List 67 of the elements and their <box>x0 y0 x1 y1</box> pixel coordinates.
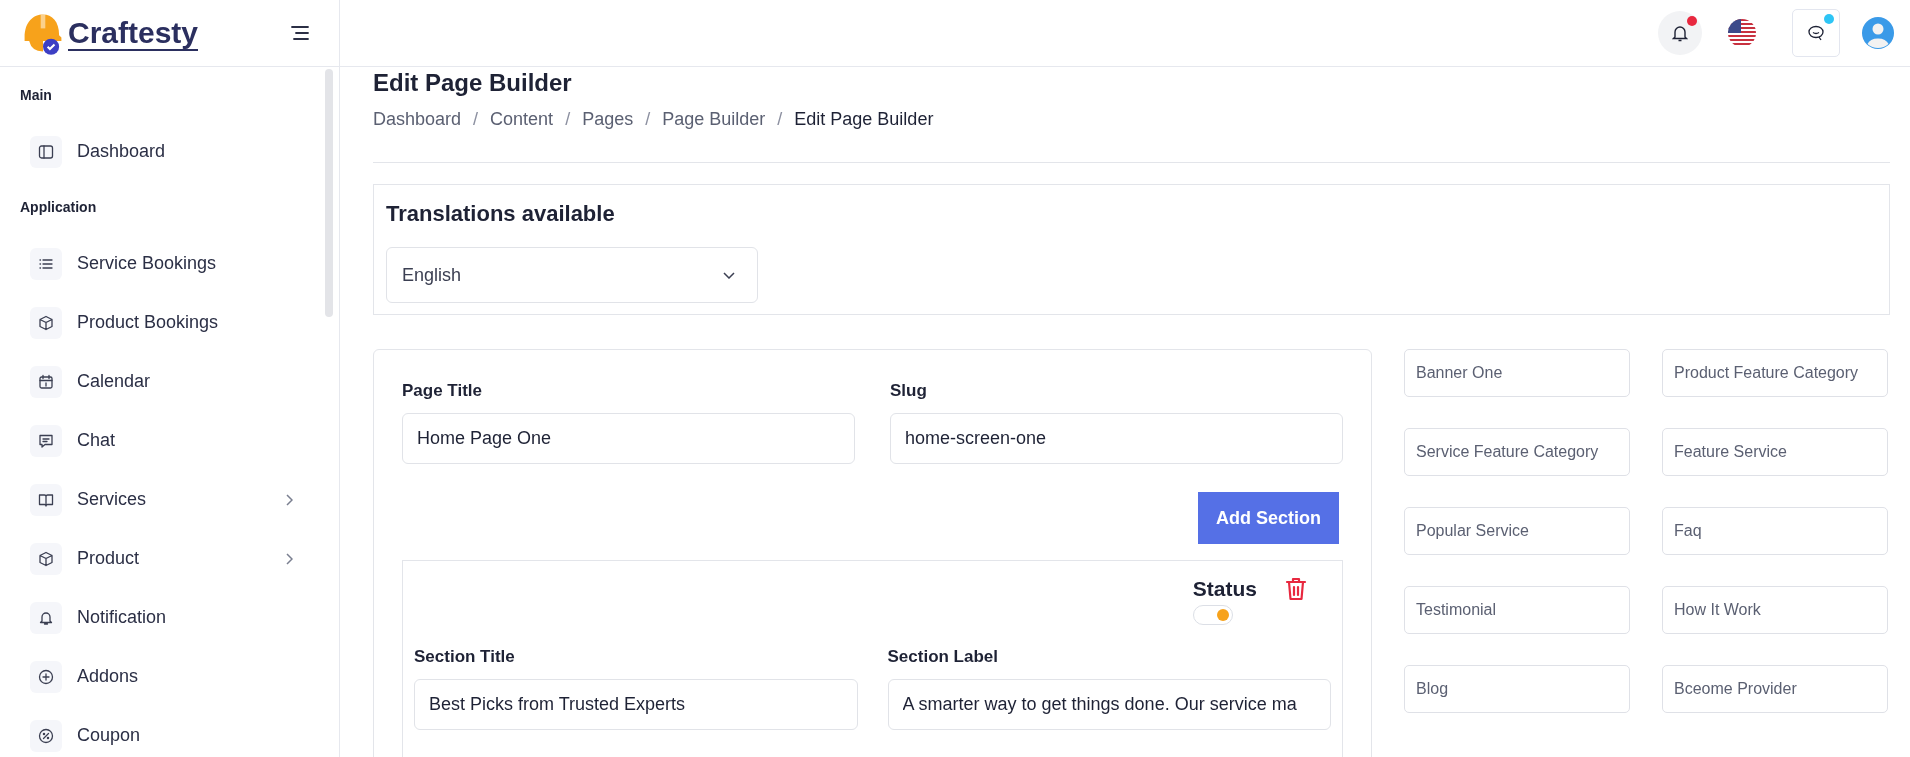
status-label: Status <box>1192 577 1257 601</box>
sidebar-item-icon <box>30 135 62 168</box>
field-label: Slug <box>890 381 928 401</box>
breadcrumb-separator: / <box>777 109 783 130</box>
breadcrumb-separator: / <box>473 109 479 130</box>
logo-wordmark: Craftesty <box>68 15 199 51</box>
status-toggle[interactable] <box>1192 605 1233 625</box>
field-label: Section Title <box>414 647 516 667</box>
bell-icon <box>1672 24 1688 42</box>
sidebar-item[interactable]: Product Bookings <box>20 293 325 352</box>
section-type-item[interactable]: Popular Service <box>1404 507 1630 555</box>
sidebar-item-icon <box>30 424 62 457</box>
sidebar-section-title: Main <box>20 87 53 103</box>
field-label: Page Title <box>402 381 483 401</box>
section-type-item[interactable]: Faq <box>1662 507 1888 555</box>
breadcrumb-link[interactable]: Content <box>490 109 554 130</box>
sidebar-item[interactable]: Services <box>20 470 325 529</box>
card-heading: Translations available <box>386 201 616 227</box>
flag-icon[interactable] <box>1728 19 1756 47</box>
section-type-item[interactable]: How It Work <box>1662 586 1888 634</box>
sidebar-item[interactable]: Calendar <box>20 352 325 411</box>
input-field[interactable]: Best Picks from Trusted Experts <box>414 679 858 730</box>
sidebar-item[interactable]: Chat <box>20 411 325 470</box>
sidebar-item-icon <box>30 365 62 398</box>
sidebar-item-icon <box>30 601 62 634</box>
chevron-down-icon <box>723 271 735 279</box>
sidebar-section-title: Application <box>20 199 98 215</box>
section-type-item[interactable]: Banner One <box>1404 349 1630 397</box>
breadcrumb-link[interactable]: Dashboard <box>373 109 462 130</box>
sidebar-item[interactable]: Addons <box>20 647 325 706</box>
user-avatar-icon[interactable] <box>1862 17 1894 49</box>
breadcrumb-separator: / <box>645 109 651 130</box>
section-type-item[interactable]: Bceome Provider <box>1662 665 1888 713</box>
scrollbar[interactable] <box>325 69 333 317</box>
breadcrumb-link[interactable]: Page Builder <box>662 109 766 130</box>
section-type-item[interactable]: Service Feature Category <box>1404 428 1630 476</box>
chat-bubble-icon <box>1807 24 1825 42</box>
section-type-item[interactable]: Feature Service <box>1662 428 1888 476</box>
page-title: Edit Page Builder <box>373 68 573 97</box>
section-type-item[interactable]: Blog <box>1404 665 1630 713</box>
add-section-button[interactable]: Add Section <box>1198 492 1339 544</box>
chevron-right-icon <box>286 493 293 506</box>
sidebar-item-icon <box>30 247 62 280</box>
chevron-right-icon <box>286 552 293 565</box>
sidebar-item[interactable]: Coupon <box>20 706 325 757</box>
sidebar-item-icon <box>30 542 62 575</box>
section-type-item[interactable]: Product Feature Category <box>1662 349 1888 397</box>
sidebar-item[interactable]: Service Bookings <box>20 234 325 293</box>
sidebar-item-icon <box>30 660 62 693</box>
menu-icon[interactable] <box>291 26 309 40</box>
input-field[interactable]: home-screen-one <box>890 413 1343 464</box>
sidebar-item[interactable]: Dashboard <box>20 122 325 181</box>
notification-button[interactable] <box>1658 11 1702 55</box>
delete-icon[interactable] <box>1285 577 1307 601</box>
breadcrumb-link[interactable]: Pages <box>582 109 634 130</box>
input-field[interactable]: Home Page One <box>402 413 855 464</box>
sidebar-item[interactable]: Notification <box>20 588 325 647</box>
messages-button[interactable] <box>1792 9 1840 57</box>
sidebar-item-icon <box>30 306 62 339</box>
language-select[interactable]: English <box>386 247 758 303</box>
sidebar-item-icon <box>30 483 62 516</box>
section-type-item[interactable]: Testimonial <box>1404 586 1630 634</box>
field-label: Section Label <box>887 647 1000 667</box>
breadcrumb-separator: / <box>565 109 571 130</box>
input-field[interactable]: A smarter way to get things done. Our service ma <box>887 679 1331 730</box>
sidebar-item-icon <box>30 719 62 752</box>
sidebar-item[interactable]: Product <box>20 529 325 588</box>
